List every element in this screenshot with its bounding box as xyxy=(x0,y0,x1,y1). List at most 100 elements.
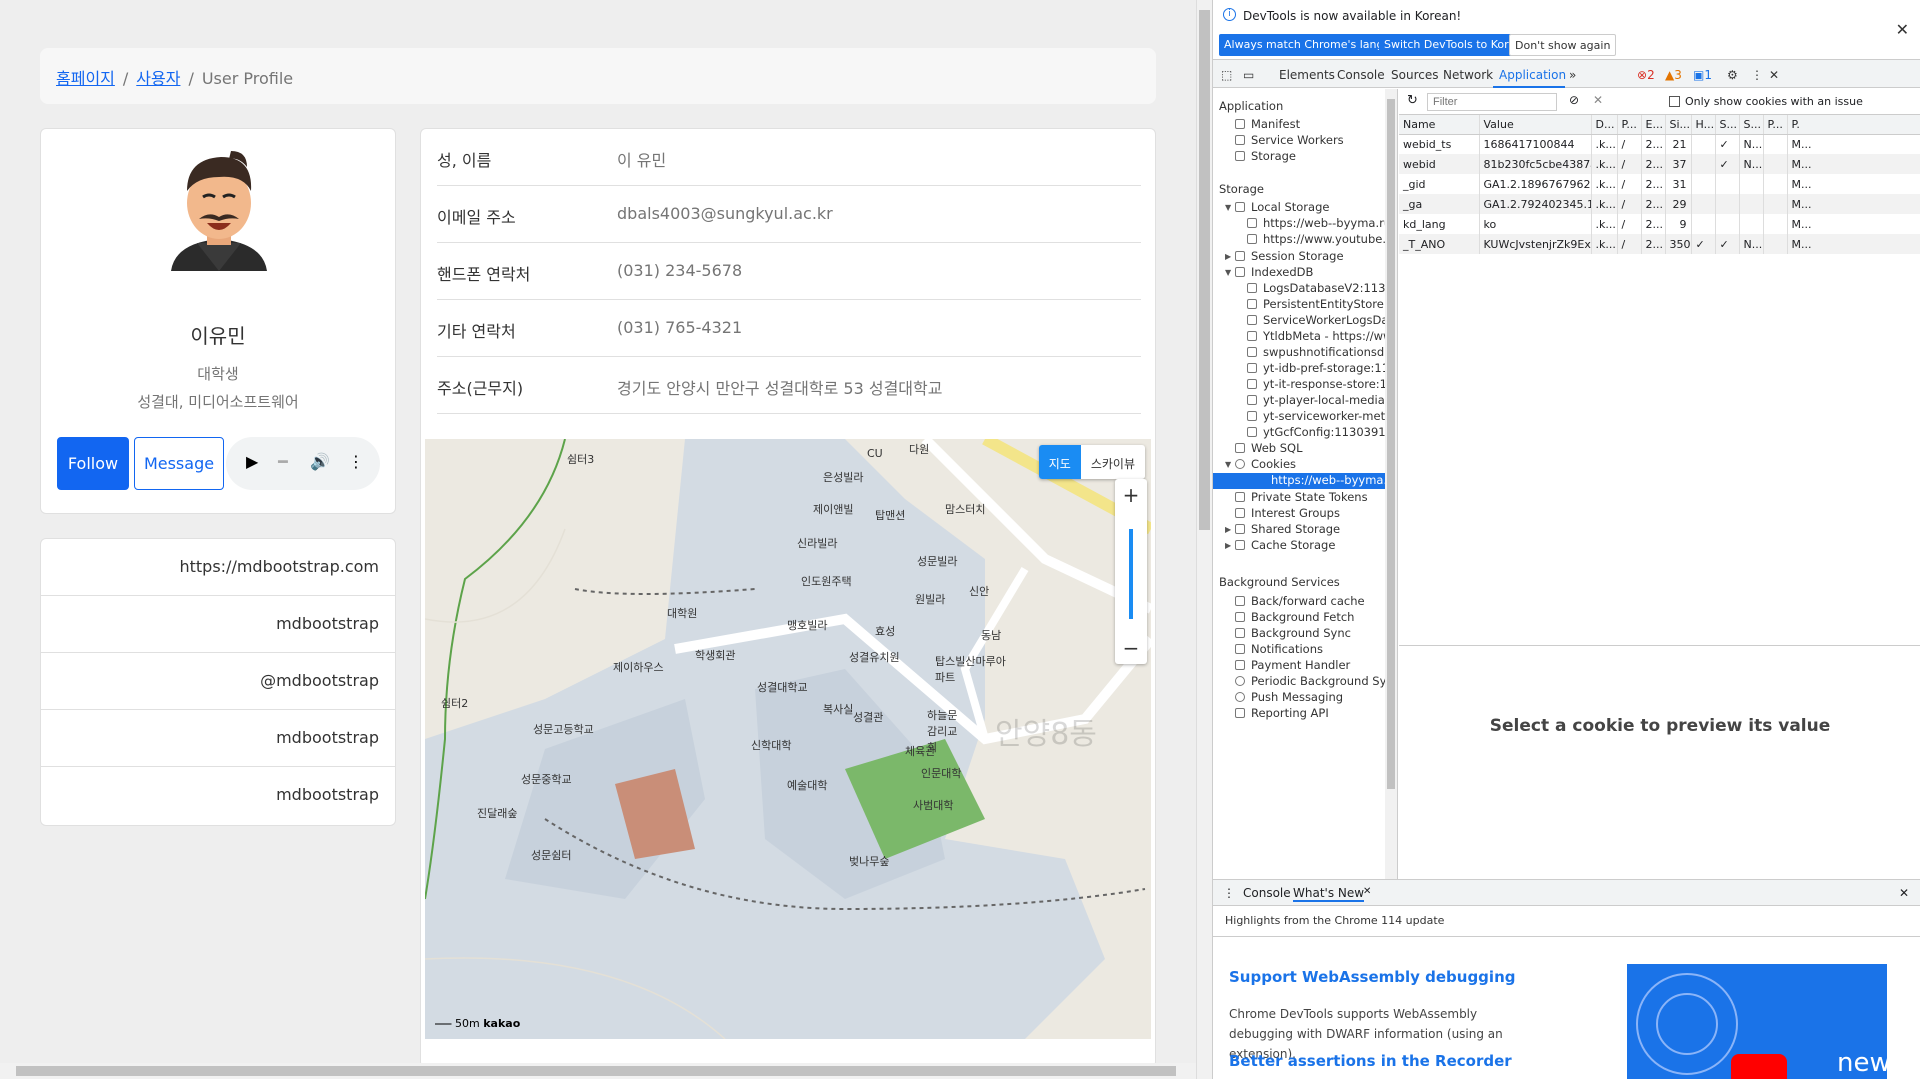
sidebar-item-idb[interactable]: ServiceWorkerLogsData xyxy=(1247,313,1397,327)
sidebar-item-private-state-tokens[interactable]: Private State Tokens xyxy=(1235,490,1368,504)
sidebar-item-cache-storage[interactable]: Cache Storage xyxy=(1235,538,1335,552)
zoom-in-button[interactable]: + xyxy=(1115,483,1147,507)
sidebar-item-idb[interactable]: yt-serviceworker-metac xyxy=(1247,409,1397,423)
sidebar-item-cookies[interactable]: Cookies xyxy=(1235,457,1296,471)
sidebar-item-local-storage[interactable]: Local Storage xyxy=(1235,200,1329,214)
sidebar-item-shared-storage[interactable]: Shared Storage xyxy=(1235,522,1340,536)
horizontal-scrollbar[interactable] xyxy=(0,1063,1196,1079)
expand-icon[interactable]: ▼ xyxy=(1225,203,1231,212)
table-row[interactable]: webid81b230fc5cbe4387a7ff....k.../2...37… xyxy=(1399,154,1920,174)
progress-bar[interactable]: ━ xyxy=(278,452,288,471)
col-header[interactable]: D... xyxy=(1591,115,1618,135)
follow-button[interactable]: Follow xyxy=(57,437,129,490)
sidebar-item-storage[interactable]: Storage xyxy=(1235,149,1296,163)
sidebar-item-idb[interactable]: LogsDatabaseV2:11303 xyxy=(1247,281,1397,295)
zoom-slider[interactable] xyxy=(1129,529,1133,619)
sidebar-item-service-workers[interactable]: Service Workers xyxy=(1235,133,1344,147)
map-type-skyview-button[interactable]: 스카이뷰 xyxy=(1081,445,1145,479)
sidebar-item-idb[interactable]: PersistentEntityStoreDb xyxy=(1247,297,1397,311)
breadcrumb-home-link[interactable]: 홈페이지 xyxy=(56,69,115,88)
sidebar-item-idb[interactable]: ytGcfConfig:113039142 xyxy=(1247,425,1397,439)
table-row[interactable]: _T_ANOKUWcJvstenjrZk9ExnO....k.../2...35… xyxy=(1399,234,1920,254)
sidebar-item-bg[interactable]: Background Sync xyxy=(1235,626,1351,640)
breadcrumb-users-link[interactable]: 사용자 xyxy=(136,69,180,88)
more-icon[interactable]: ⋮ xyxy=(348,452,364,471)
tab-elements[interactable]: Elements xyxy=(1279,68,1335,82)
col-header[interactable]: P... xyxy=(1617,115,1642,135)
sidebar-item-local-origin[interactable]: https://www.youtube.c xyxy=(1247,232,1392,246)
col-header[interactable]: E... xyxy=(1641,115,1666,135)
checkbox-icon[interactable] xyxy=(1669,96,1680,107)
error-badge[interactable]: ⊗2 xyxy=(1637,68,1655,82)
kebab-menu-icon[interactable]: ⋮ xyxy=(1751,68,1763,82)
sidebar-item-bg[interactable]: Back/forward cache xyxy=(1235,594,1365,608)
only-issue-checkbox[interactable]: Only show cookies with an issue xyxy=(1669,95,1863,108)
horizontal-scroll-thumb[interactable] xyxy=(16,1066,1176,1076)
volume-icon[interactable]: 🔊 xyxy=(310,452,330,471)
sidebar-item-bg[interactable]: Notifications xyxy=(1235,642,1323,656)
list-item[interactable]: https://mdbootstrap.com xyxy=(41,539,395,596)
sidebar-item-interest-groups[interactable]: Interest Groups xyxy=(1235,506,1340,520)
inspect-icon[interactable]: ⬚ xyxy=(1221,68,1232,82)
table-row[interactable]: kd_lang ko .k.../2... 9 M... xyxy=(1399,214,1920,234)
col-header[interactable]: Si... xyxy=(1665,115,1692,135)
tab-console[interactable]: Console xyxy=(1337,68,1385,82)
col-header[interactable]: H... xyxy=(1691,115,1716,135)
sidebar-item-cookie-origin[interactable]: https://web--byyma.ru xyxy=(1213,473,1397,489)
collapse-icon[interactable]: ▶ xyxy=(1225,252,1231,261)
collapse-icon[interactable]: ▶ xyxy=(1225,525,1231,534)
sidebar-item-idb[interactable]: yt-it-response-store:11 xyxy=(1247,377,1394,391)
warning-badge[interactable]: ▲3 xyxy=(1665,68,1682,82)
zoom-out-button[interactable]: − xyxy=(1115,636,1147,660)
drawer-tab-console[interactable]: Console xyxy=(1243,886,1291,900)
col-header[interactable]: S... xyxy=(1739,115,1764,135)
close-icon[interactable]: ✕ xyxy=(1896,20,1909,39)
tab-application[interactable]: Application xyxy=(1499,68,1566,82)
sidebar-item-bg[interactable]: Push Messaging xyxy=(1235,690,1343,704)
sidebar-item-bg[interactable]: Background Fetch xyxy=(1235,610,1354,624)
sidebar-item-manifest[interactable]: Manifest xyxy=(1235,117,1300,131)
sidebar-item-idb[interactable]: swpushnotificationsdb xyxy=(1247,345,1392,359)
close-tab-icon[interactable]: ✕ xyxy=(1363,886,1371,897)
refresh-icon[interactable]: ↻ xyxy=(1407,93,1418,108)
video-thumbnail[interactable]: new xyxy=(1627,964,1887,1079)
expand-icon[interactable]: ▼ xyxy=(1225,268,1231,277)
col-header[interactable]: S... xyxy=(1715,115,1740,135)
col-header[interactable]: Name xyxy=(1399,115,1480,135)
expand-icon[interactable]: ▼ xyxy=(1225,460,1231,469)
list-item[interactable]: mdbootstrap xyxy=(41,596,395,653)
kakao-map[interactable]: 쉼터3 CU 다원 은성빌라 제이앤빌 탑맨션 맘스터치 신라빌라 성문빌라 인… xyxy=(425,439,1151,1039)
clear-filtered-icon[interactable]: ⊘ xyxy=(1569,93,1579,107)
sidebar-item-idb[interactable]: YtldbMeta - https://ww xyxy=(1247,329,1392,343)
vertical-scroll-thumb[interactable] xyxy=(1199,10,1210,530)
col-header[interactable]: Value xyxy=(1479,115,1592,135)
sidebar-item-idb[interactable]: yt-player-local-media:1 xyxy=(1247,393,1396,407)
tab-network[interactable]: Network xyxy=(1443,68,1493,82)
sidebar-item-bg[interactable]: Reporting API xyxy=(1235,706,1329,720)
close-drawer-icon[interactable]: ✕ xyxy=(1899,886,1909,900)
message-button[interactable]: Message xyxy=(134,437,224,490)
filter-input[interactable] xyxy=(1427,93,1557,111)
close-devtools-icon[interactable]: ✕ xyxy=(1769,68,1779,82)
sidebar-item-bg[interactable]: Periodic Background Sync xyxy=(1235,674,1397,688)
whats-new-link[interactable]: Better assertions in the Recorder xyxy=(1229,1052,1512,1070)
map-type-map-button[interactable]: 지도 xyxy=(1038,445,1081,479)
collapse-icon[interactable]: ▶ xyxy=(1225,541,1231,550)
sidebar-item-session-storage[interactable]: Session Storage xyxy=(1235,249,1344,263)
tab-sources[interactable]: Sources xyxy=(1391,68,1438,82)
sidebar-item-idb[interactable]: yt-idb-pref-storage:113 xyxy=(1247,361,1396,375)
sidebar-item-websql[interactable]: Web SQL xyxy=(1235,441,1303,455)
gear-icon[interactable]: ⚙ xyxy=(1727,68,1738,82)
list-item[interactable]: mdbootstrap xyxy=(41,710,395,767)
sidebar-item-bg[interactable]: Payment Handler xyxy=(1235,658,1350,672)
table-row[interactable]: _gidGA1.2.1896767962.168....k.../2...31 M… xyxy=(1399,174,1920,194)
device-toggle-icon[interactable]: ▭ xyxy=(1243,68,1254,82)
delete-icon[interactable]: ✕ xyxy=(1593,93,1603,107)
play-icon[interactable]: ▶ xyxy=(246,452,258,471)
whats-new-link[interactable]: Support WebAssembly debugging xyxy=(1229,968,1515,986)
table-row[interactable]: _gaGA1.2.792402345.1686....k.../2...29 M.… xyxy=(1399,194,1920,214)
sidebar-item-indexeddb[interactable]: IndexedDB xyxy=(1235,265,1313,279)
vertical-scrollbar[interactable] xyxy=(1196,0,1212,1079)
sidebar-scroll-thumb[interactable] xyxy=(1387,99,1395,789)
list-item[interactable]: @mdbootstrap xyxy=(41,653,395,710)
